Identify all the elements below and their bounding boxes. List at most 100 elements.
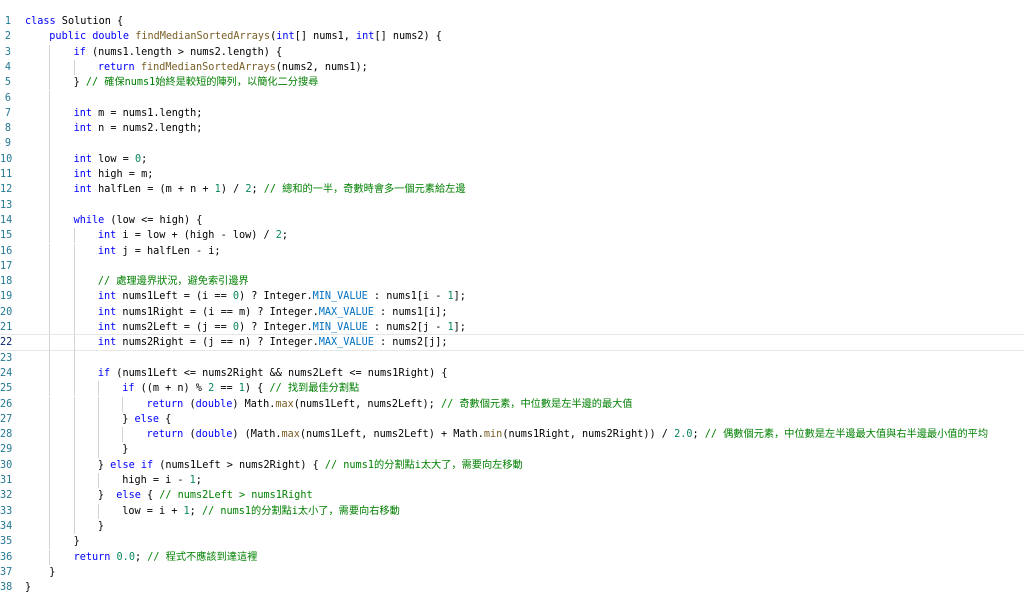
code-comment: // 處理邊界狀況，避免索引邊界 — [97, 276, 249, 288]
code-line[interactable]: 35} — [0, 534, 1024, 550]
code-token: MAX_VALUE — [318, 306, 374, 318]
code-token: return — [73, 551, 111, 563]
code-line[interactable]: 34} — [0, 518, 1024, 535]
code-line[interactable]: 9 — [0, 136, 1024, 152]
code-token: : nums2[j]; — [373, 337, 448, 349]
line-number: 35 — [0, 536, 13, 548]
line-number: 25 — [0, 383, 13, 395]
code-line[interactable]: 2 public double findMedianSortedArrays(in… — [0, 29, 1024, 44]
code-line[interactable]: 6 — [0, 90, 1024, 106]
code-line[interactable]: 31 high = i - 1; — [0, 473, 1024, 489]
code-line[interactable]: 14 while (low <= high) { — [0, 212, 1024, 229]
indent-guide — [73, 473, 75, 489]
code-line[interactable]: 25 if ((m + n) % 2 == 1) { // 找到最佳分割點 — [0, 381, 1024, 397]
code-line[interactable]: 7 int m = nums1.length; — [0, 105, 1024, 122]
code-line[interactable]: 5} // 確保nums1始終是較短的陣列，以簡化二分搜尋 — [0, 75, 1024, 91]
indent-guide — [49, 534, 51, 550]
line-number: 9 — [4, 138, 11, 150]
code-token: MAX_VALUE — [318, 337, 374, 349]
code-token: : nums2[j - — [367, 322, 448, 333]
code-line[interactable]: 32} else { // nums2Left > nums1Right — [0, 488, 1024, 504]
code-line[interactable]: 36 return 0.0; // 程式不應該到達這裡 — [0, 549, 1024, 565]
code-token: i = low + (high - low) / — [116, 230, 276, 242]
code-token: while — [73, 214, 105, 226]
code-token: int — [97, 322, 117, 333]
indent-guide — [73, 411, 75, 428]
line-number: 26 — [0, 398, 13, 410]
code-token: ; — [189, 505, 202, 517]
line-code: } — [25, 580, 31, 595]
code-line[interactable]: 23 — [0, 350, 1024, 366]
line-code: return 0.0; // 程式不應該到達這裡 — [74, 550, 258, 565]
code-token: int — [73, 153, 92, 165]
code-line[interactable]: 12 int halfLen = (m + n + 1) / 2; // 總和的一… — [0, 182, 1024, 198]
code-token: } — [122, 444, 129, 456]
code-token: else — [134, 413, 160, 425]
code-token: ) (Math. — [232, 429, 282, 441]
line-code: int i = low + (high - low) / 2; — [98, 228, 288, 243]
code-token: : nums1[i]; — [373, 306, 448, 318]
code-line[interactable]: 30} else if (nums1Left > nums2Right) { /… — [0, 457, 1024, 473]
indent-guide — [97, 411, 99, 428]
indent-guide — [49, 488, 51, 504]
line-number: 22 — [0, 337, 13, 349]
code-line[interactable]: 16 int j = halfLen - i; — [0, 243, 1024, 259]
code-line[interactable]: 28 return (double) (Math.max(nums1Left, n… — [0, 427, 1024, 443]
code-line[interactable]: 8 int n = nums2.length; — [0, 121, 1024, 137]
code-line[interactable]: 29} — [0, 442, 1024, 458]
code-token: int — [276, 31, 295, 43]
line-code: if ((m + n) % 2 == 1) { // 找到最佳分割點 — [122, 381, 359, 396]
code-line[interactable]: 26 return (double) Math.max(nums1Left, nu… — [0, 396, 1024, 412]
code-token: ; — [692, 429, 705, 441]
code-line[interactable]: 37} — [0, 565, 1024, 580]
code-token: int — [356, 31, 375, 43]
indent-guide — [73, 442, 75, 458]
code-token: (nums1Right, nums2Right)) / — [502, 429, 675, 441]
code-token: ; — [195, 475, 202, 486]
code-token: : nums1[i - — [367, 291, 448, 303]
line-code: return findMedianSortedArrays(nums2, num… — [98, 60, 368, 75]
indent-guide — [49, 197, 51, 213]
code-token: if — [97, 367, 111, 379]
code-line[interactable]: 3 if (nums1.length > nums2.length) { — [0, 44, 1024, 60]
code-token: ((m + n) % — [134, 383, 209, 395]
line-number: 12 — [0, 184, 13, 196]
line-number: 15 — [0, 230, 13, 242]
code-token: ) ? Integer. — [238, 291, 313, 303]
line-code: } — [49, 565, 55, 580]
code-line[interactable]: 1 class Solution { — [0, 14, 1024, 29]
code-line[interactable]: 18 // 處理邊界狀況，避免索引邊界 — [0, 274, 1024, 290]
indent-guide — [73, 381, 75, 397]
line-code: int nums2Right = (j == n) ? Integer.MAX_… — [98, 335, 448, 350]
code-comment: // 偶數個元素，中位數是左半邊最大值與右半邊最小值的平均 — [704, 429, 989, 441]
line-number: 37 — [0, 566, 13, 578]
line-code: } — [74, 534, 80, 549]
code-line[interactable]: 15 int i = low + (high - low) / 2; — [0, 228, 1024, 244]
indent-guide — [49, 473, 51, 489]
indent-guide — [49, 427, 51, 443]
code-line[interactable]: 4 return findMedianSortedArrays(nums2, nu… — [0, 59, 1024, 76]
code-line[interactable]: 27} else { — [0, 411, 1024, 428]
code-line[interactable]: 24 if (nums1Left <= nums2Right && nums2Le… — [0, 365, 1024, 382]
code-token: high = i - — [122, 475, 190, 486]
code-editor[interactable]: 1 class Solution {2 public double findMedi… — [0, 14, 1024, 604]
line-number: 19 — [0, 291, 13, 303]
code-line[interactable]: 11 int high = m; — [0, 167, 1024, 183]
code-line[interactable]: 19 int nums1Left = (i == 0) ? Integer.MIN… — [0, 289, 1024, 305]
code-line[interactable]: 17 — [0, 258, 1024, 275]
code-line[interactable]: 20 int nums1Right = (i == m) ? Integer.MA… — [0, 304, 1024, 320]
code-line[interactable]: 13 — [0, 197, 1024, 213]
code-line[interactable]: 10 int low = 0; — [0, 151, 1024, 167]
line-code: while (low <= high) { — [74, 213, 203, 228]
code-token: ) / — [220, 184, 246, 196]
code-line[interactable]: 22 int nums2Right = (j == n) ? Integer.MA… — [0, 334, 1024, 352]
code-line[interactable]: 38} — [0, 580, 1024, 595]
code-token: double — [195, 398, 233, 410]
line-code: } // 確保nums1始終是較短的陣列，以簡化二分搜尋 — [74, 75, 319, 90]
code-line[interactable]: 21 int nums2Left = (j == 0) ? Integer.MIN… — [0, 320, 1024, 336]
code-token: if — [73, 46, 86, 58]
code-token: ( — [183, 429, 196, 441]
line-number: 20 — [0, 306, 13, 318]
code-line[interactable]: 33 low = i + 1; // nums1的分割點i太小了，需要向右移動 — [0, 503, 1024, 519]
code-comment: // nums1的分割點i太大了，需要向左移動 — [324, 459, 523, 471]
